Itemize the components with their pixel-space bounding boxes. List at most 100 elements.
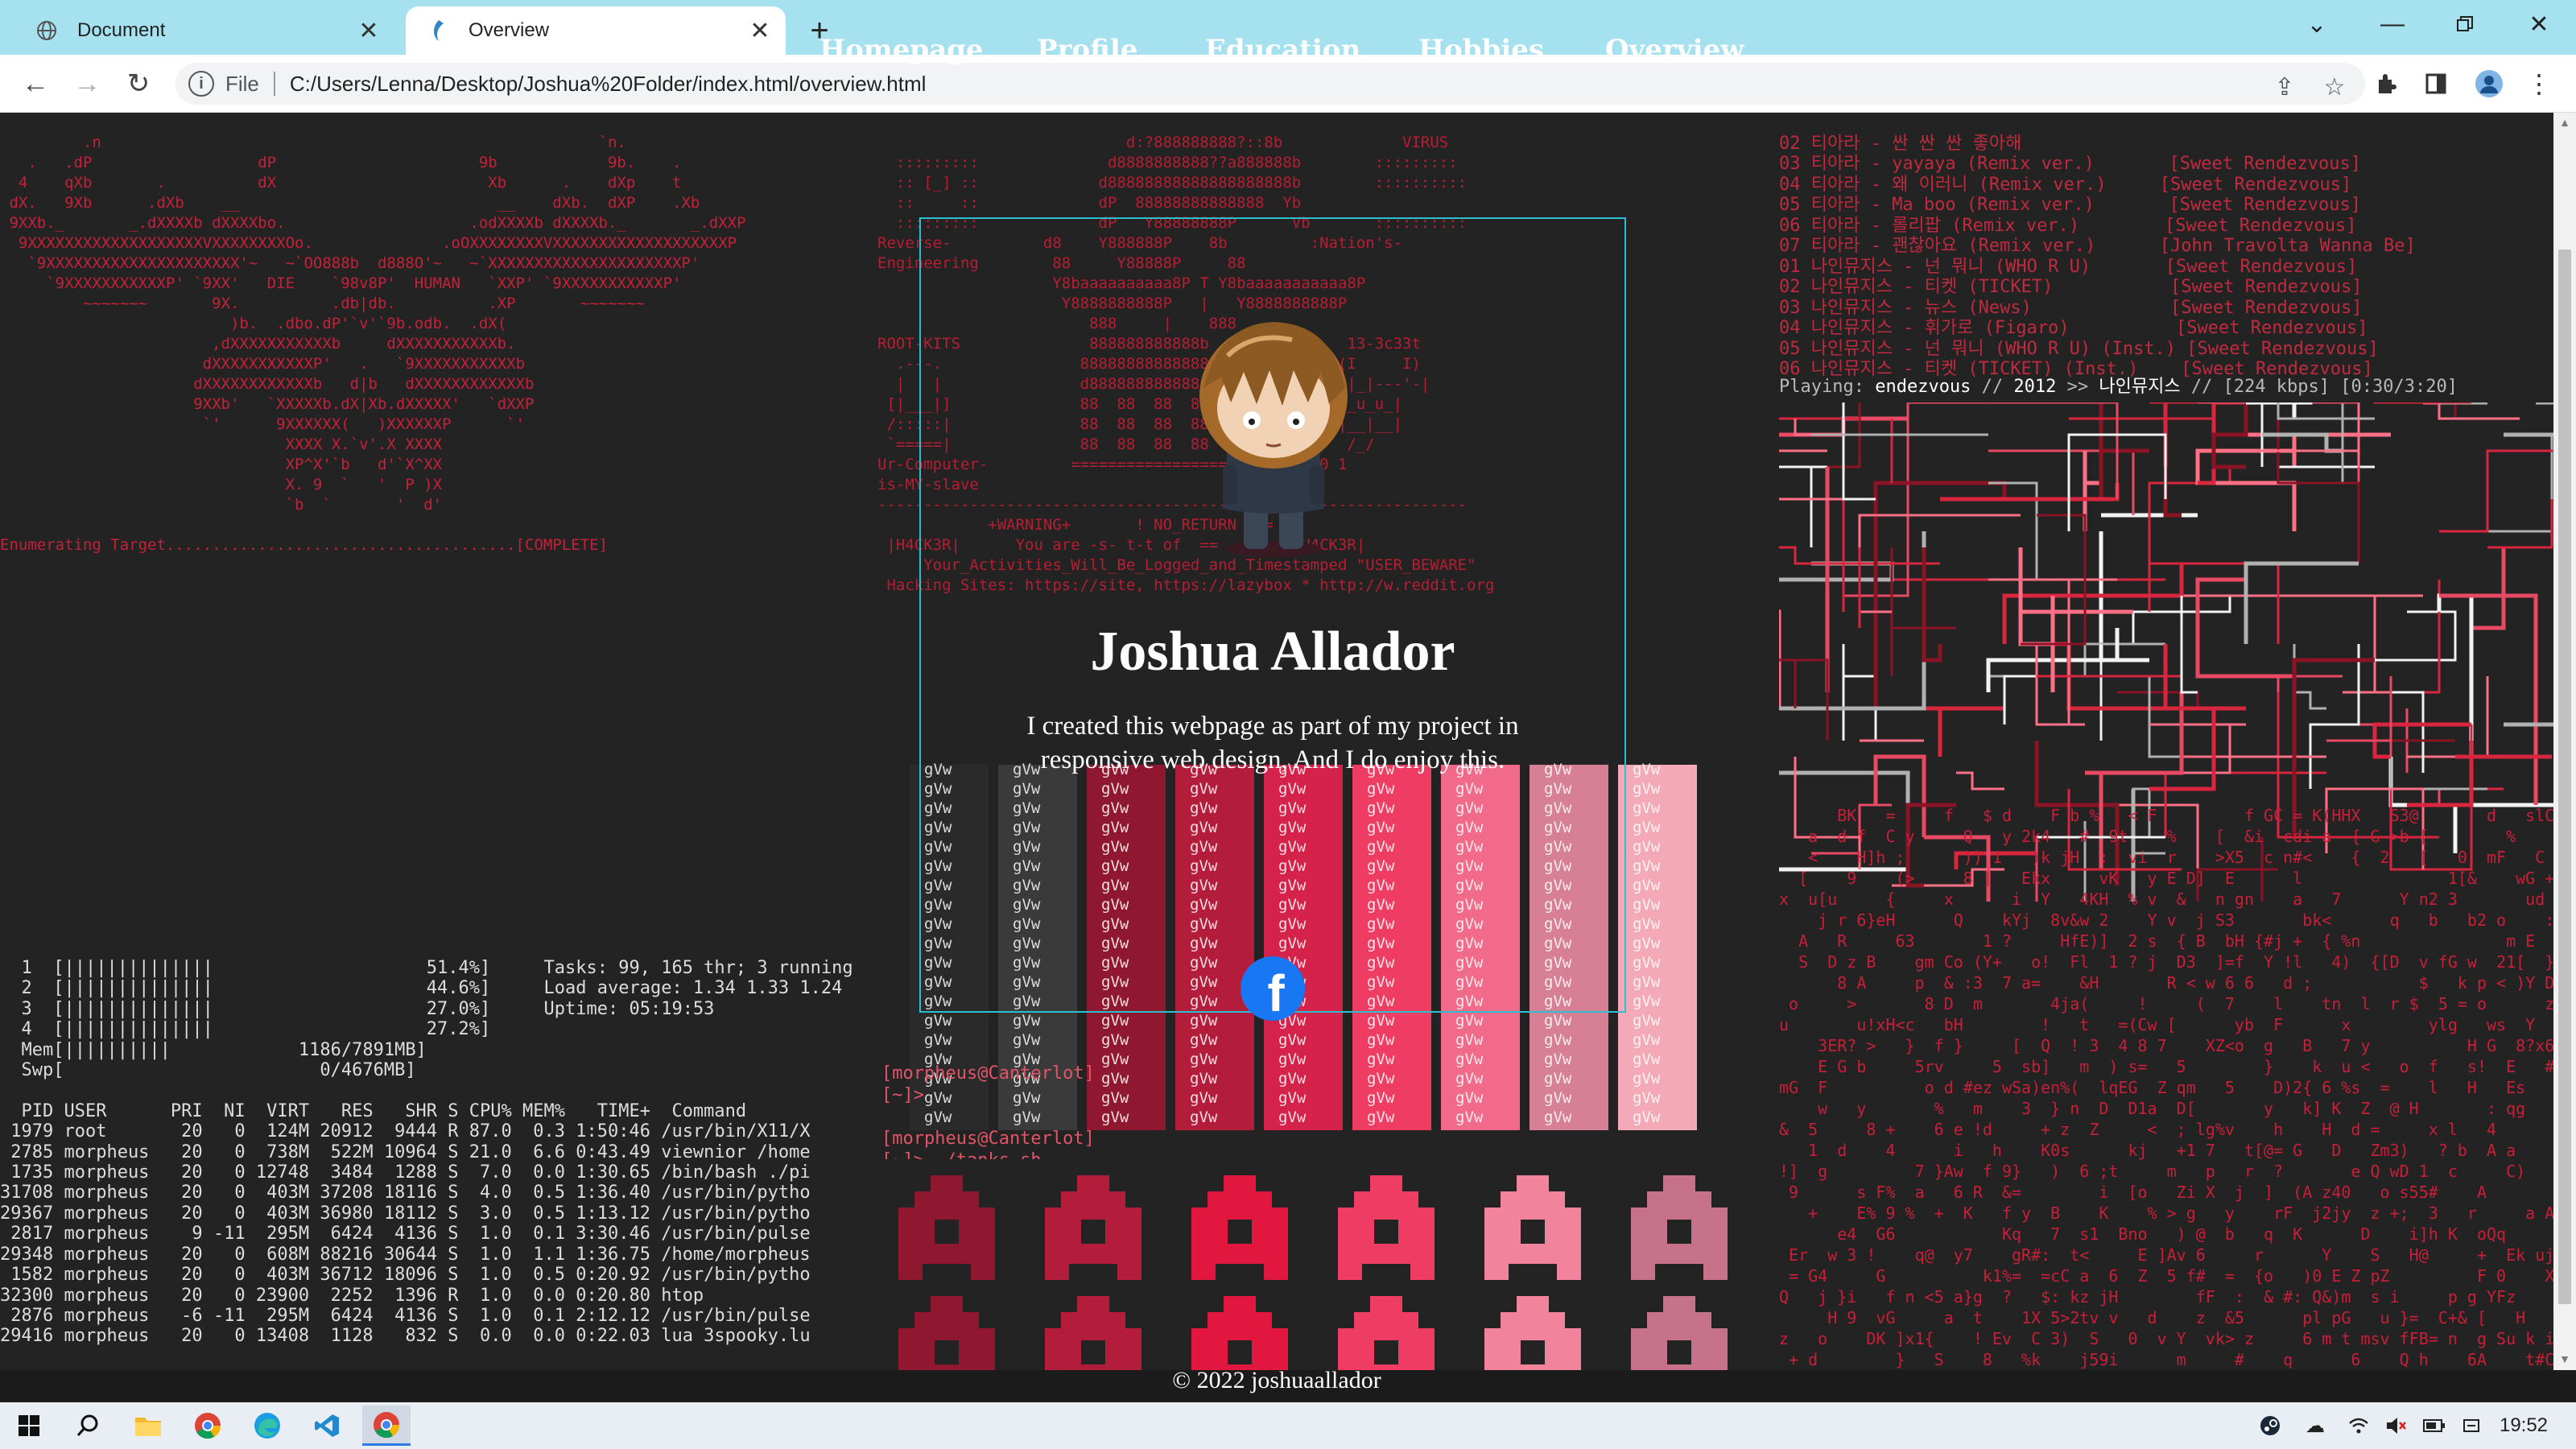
windows-taskbar: ☁ 19:52 [0,1402,2576,1449]
nav-homepage[interactable]: Homepage [819,34,984,66]
vscode-icon[interactable] [303,1406,351,1446]
facebook-icon[interactable]: f [1241,956,1305,1022]
scroll-down-arrow-icon[interactable]: ▼ [2558,1352,2571,1365]
circuit-trace [2099,402,2149,499]
activity-cell-text: gVw [1633,1051,1661,1068]
tab-title: Overview [469,19,550,41]
circuit-trace [2262,402,2360,452]
forward-button[interactable]: → [68,64,106,103]
nav-education[interactable]: Education [1205,34,1360,66]
tank-sprite [1484,1175,1581,1280]
back-button[interactable]: ← [16,64,55,103]
search-icon[interactable] [64,1406,113,1446]
circuit-trace [2117,691,2230,710]
circuit-trace [2262,675,2343,692]
circuit-trace [1890,419,1988,483]
browser-menu-icon[interactable]: ⋮ [2520,64,2558,103]
tab-document[interactable]: Document ✕ [14,6,394,55]
tank-sprite [1338,1175,1435,1280]
input-language-icon[interactable] [2455,1410,2487,1441]
tank-sprite [1045,1175,1141,1280]
circuit-trace [2211,402,2248,469]
circuit-trace [2148,562,2280,644]
side-panel-icon[interactable] [2417,64,2455,103]
circuit-trace [1779,531,1926,711]
circuit-trace [2002,564,2184,644]
circuit-trace [1940,483,2120,502]
circuit-trace [2180,596,2198,694]
circuit-trace [2083,451,2101,531]
chrome-icon[interactable] [184,1406,232,1446]
cloud-icon[interactable]: ☁ [2299,1410,2331,1441]
chrome-active-icon[interactable] [362,1406,411,1446]
circuit-trace [2439,449,2553,533]
activity-cell-text: gVw [924,1012,952,1030]
page-scrollbar[interactable]: ▲ ▼ [2553,113,2576,1370]
terminal-prompts: [morpheus@Canterlot] [~]> [morpheus@Cant… [881,1063,1364,1159]
circuit-trace [2487,435,2553,533]
page-favicon-icon [425,18,451,43]
chibi-avatar [1171,308,1376,565]
now-playing-track: endezvous [1875,377,1971,396]
share-icon[interactable]: ⇪ [2268,71,2301,103]
site-navigation: Homepage Profile Education Hobbies Overv… [797,34,1795,79]
info-icon[interactable]: i [188,71,214,97]
circuit-trace [2343,739,2455,791]
tank-sprite [1631,1175,1728,1280]
activity-cell-text: gVw [1633,857,1661,875]
close-icon[interactable]: ✕ [353,14,385,47]
circuit-trace [1779,465,1827,547]
reload-button[interactable]: ↻ [119,64,158,103]
nav-hobbies[interactable]: Hobbies [1418,34,1544,66]
prompt-line: [morpheus@Canterlot] [881,1063,1095,1084]
scrollbar-thumb[interactable] [2558,250,2571,1304]
tab-overview[interactable]: Overview ✕ [406,6,786,55]
activity-cell-text: gVw [1633,761,1661,778]
globe-icon [34,18,60,43]
circuit-trace [2085,564,2165,581]
activity-cell-text: gVw [1544,1031,1572,1049]
extensions-puzzle-icon[interactable] [2367,64,2405,103]
profile-avatar-icon[interactable] [2470,64,2508,103]
scroll-up-arrow-icon[interactable]: ▲ [2558,116,2571,129]
tank-sprite [1191,1296,1288,1370]
activity-cell-text: gVw [1633,1108,1661,1126]
bookmark-star-icon[interactable]: ☆ [2318,71,2351,103]
nav-profile[interactable]: Profile [1037,34,1137,66]
circuit-trace [2309,644,2360,789]
minimize-button[interactable]: — [2370,5,2415,43]
wifi-icon[interactable] [2343,1410,2375,1441]
clock[interactable]: 19:52 [2487,1410,2560,1441]
ascii-art-wallpaper: .n `n. . .dP dP 9b 9b. . 4 qXb . dX Xb . [0,134,746,554]
activity-cell-text: gVw [1544,1089,1572,1107]
matrix-rain-wallpaper: BK = f $ d F b % < F f GC = K(HHX S3@ d … [1779,806,2553,1368]
volume-muted-icon[interactable] [2380,1410,2412,1441]
close-window-button[interactable]: ✕ [2516,5,2562,43]
circuit-trace [2149,723,2246,774]
activity-cell-text: gVw [1367,1070,1395,1088]
tank-sprite [1631,1296,1728,1370]
activity-cell-text: gVw [1633,896,1661,914]
tank-sprite [1191,1175,1288,1280]
restore-button[interactable] [2442,5,2487,43]
now-playing-year: 2012 [2013,377,2057,396]
circuit-trace [2487,499,2553,549]
file-explorer-icon[interactable] [124,1406,172,1446]
activity-cell-text: gVw [1455,1108,1484,1126]
activity-cell-text: gVw [1190,1012,1218,1030]
activity-cell-text: gVw [1544,1051,1572,1068]
close-icon[interactable]: ✕ [744,14,776,47]
activity-cell-text: gVw [1633,877,1661,894]
edge-icon[interactable] [243,1406,291,1446]
activity-cell-text: gVw [1455,1012,1484,1030]
activity-cell-text: gVw [1367,1089,1395,1107]
activity-cell-text: gVw [1367,1012,1395,1030]
steam-icon[interactable] [2254,1410,2286,1441]
battery-icon[interactable] [2418,1410,2450,1441]
nav-overview[interactable]: Overview [1605,34,1744,66]
activity-cell-text: gVw [924,1031,952,1049]
activity-cell-text: gVw [1455,1051,1484,1068]
windows-start-icon[interactable] [5,1406,53,1446]
tab-search-chevron-icon[interactable]: ⌄ [2294,5,2339,43]
prompt-line: [~]> ./tanks.sh [881,1150,1042,1159]
